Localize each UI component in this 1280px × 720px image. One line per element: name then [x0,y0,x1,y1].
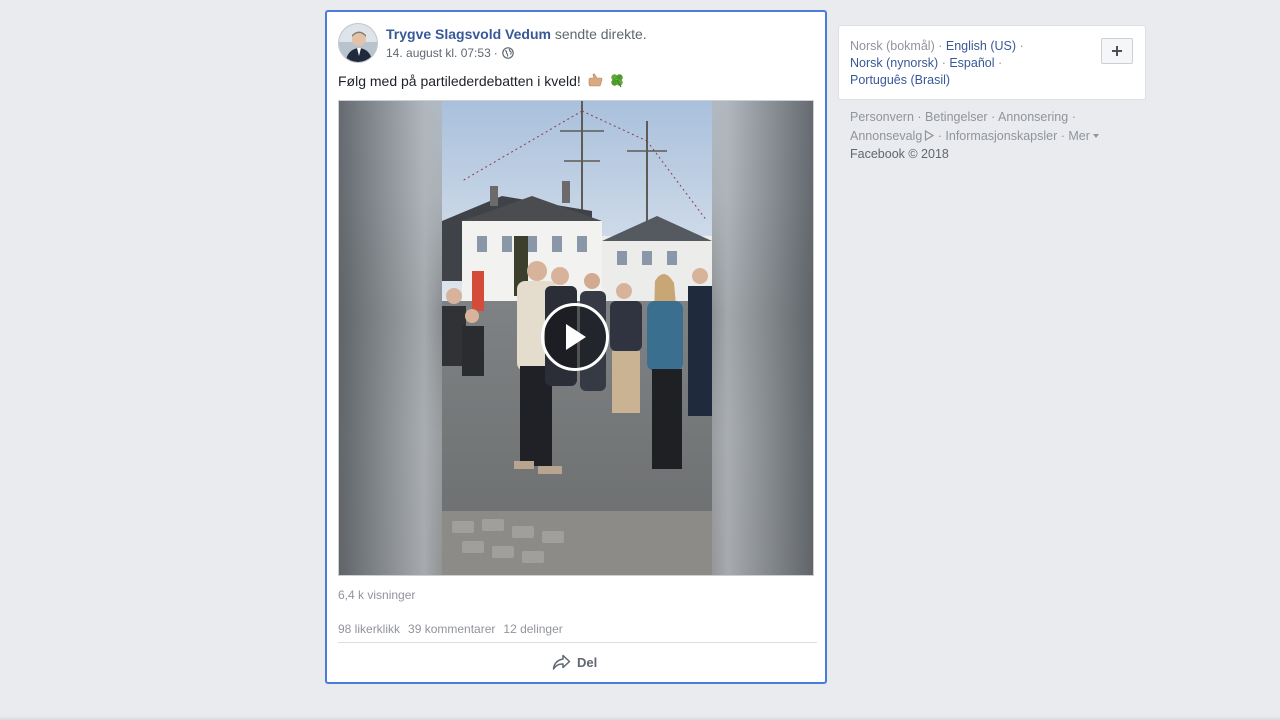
post-message: Følg med på partilederdebatten i kveld! [338,73,581,89]
share-label: Del [577,655,598,670]
likes-count-link[interactable]: 98 likerklikk [338,622,400,636]
adchoices-icon [924,129,935,146]
post-card: Trygve Slagsvold Vedum sendte direkte. 1… [325,10,827,684]
footer-link-more[interactable]: Mer [1068,129,1099,143]
language-selector-box: Norsk (bokmål) · English (US) · Norsk (n… [838,25,1146,100]
language-link-english[interactable]: English (US) [946,39,1016,53]
meta-separator: · [493,46,498,60]
copyright-text: Facebook © 2018 [850,147,949,161]
footer-link-cookies[interactable]: Informasjonskapsler [945,129,1057,143]
timestamp-link[interactable]: 14. august kl. 07:53 [386,45,491,61]
footer-link-privacy[interactable]: Personvern [850,110,914,124]
language-link-nynorsk[interactable]: Norsk (nynorsk) [850,56,938,70]
action-text: sendte direkte. [554,26,647,42]
adchoices-label: Annonsevalg [850,129,923,143]
share-button[interactable]: Del [552,654,597,671]
view-count: 6,4 k visninger [338,588,416,602]
language-link-portugues[interactable]: Português (Brasil) [850,73,950,87]
bottom-edge-shadow [0,716,1280,720]
post-header: Trygve Slagsvold Vedum sendte direkte. 1… [338,23,647,63]
actions-divider [338,642,817,643]
avatar[interactable] [338,23,378,63]
play-button[interactable] [541,303,609,371]
footer-link-terms[interactable]: Betingelser [925,110,988,124]
more-label: Mer [1068,129,1090,143]
globe-icon[interactable] [501,47,514,59]
comments-count-link[interactable]: 39 kommentarer [408,622,495,636]
four-leaf-clover-emoji [609,72,625,93]
plus-icon [1112,46,1122,56]
post-meta: 14. august kl. 07:53 · [386,45,647,61]
header-text: Trygve Slagsvold Vedum sendte direkte. 1… [386,25,647,63]
add-language-button[interactable] [1101,38,1133,64]
caret-down-icon [1092,126,1099,143]
play-icon [566,324,586,350]
post-text: Følg med på partilederdebatten i kveld! [338,72,625,93]
author-line: Trygve Slagsvold Vedum sendte direkte. [386,25,647,43]
thumb-emoji [587,72,603,93]
language-current: Norsk (bokmål) [850,39,935,53]
language-link-espanol[interactable]: Español [949,56,994,70]
footer-links: Personvern · Betingelser · Annonsering ·… [850,109,1140,163]
engagement-stats: 98 likerklikk 39 kommentarer 12 delinger [338,622,563,636]
footer-link-advertising[interactable]: Annonsering [998,110,1068,124]
shares-count-link[interactable]: 12 delinger [503,622,562,636]
footer-link-adchoices[interactable]: Annonsevalg [850,129,935,146]
language-list: Norsk (bokmål) · English (US) · Norsk (n… [850,39,1024,87]
share-icon [552,654,571,670]
video-player[interactable] [338,100,814,576]
page: Trygve Slagsvold Vedum sendte direkte. 1… [0,0,1280,720]
author-name-link[interactable]: Trygve Slagsvold Vedum [386,26,551,42]
